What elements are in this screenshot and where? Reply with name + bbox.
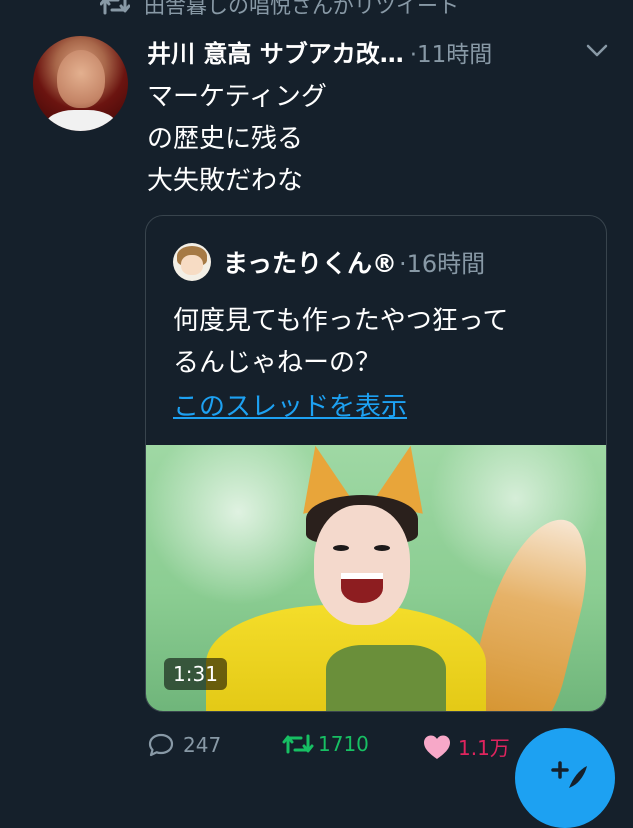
quote-text-line: 何度見ても作ったやつ狂って (173, 306, 509, 336)
tweet-text-line: 大失敗だわな (147, 166, 304, 196)
video-thumbnail[interactable]: 1:31 (146, 445, 606, 711)
retweet-count: 1710 (318, 732, 369, 756)
quoted-tweet[interactable]: まったりくん® ·16時間 何度見ても作ったやつ狂って るんじゃねーの？ このス… (145, 215, 607, 712)
reply-count: 247 (183, 733, 222, 757)
tweet-header: 井川 意高 サブアカ改… ·11時間 (147, 34, 492, 69)
retweet-icon (282, 734, 314, 754)
quote-author-avatar[interactable] (173, 243, 211, 281)
quote-text-line: るんじゃねーの？ (173, 348, 382, 378)
quote-header: まったりくん® ·16時間 (223, 244, 485, 280)
show-thread-link[interactable]: このスレッドを表示 (173, 386, 407, 423)
retweet-context-text: 田舎暮しの唱悦さんがリツイート (144, 0, 459, 18)
like-count: 1.1万 (458, 736, 510, 760)
compose-tweet-button[interactable] (515, 728, 615, 828)
tweet-text-line: の歴史に残る (147, 124, 304, 154)
performer-face (314, 505, 410, 625)
tweet-timestamp[interactable]: ·11時間 (410, 35, 493, 69)
like-button[interactable]: 1.1万 (422, 732, 510, 761)
author-name[interactable]: 井川 意高 サブアカ改… (147, 34, 404, 69)
reply-icon (148, 733, 174, 757)
chevron-down-icon[interactable] (585, 40, 609, 60)
retweet-icon (100, 0, 130, 15)
retweet-context[interactable]: 田舎暮しの唱悦さんがリツイート (100, 0, 459, 20)
quote-author-name[interactable]: まったりくん® (223, 244, 397, 280)
retweet-button[interactable]: 1710 (282, 732, 369, 756)
tweet-text: マーケティング の歴史に残る 大失敗だわな (147, 76, 327, 202)
video-duration-badge: 1:31 (164, 658, 227, 690)
quote-timestamp[interactable]: ·16時間 (399, 244, 485, 279)
heart-icon (424, 735, 450, 759)
tweet-text-line: マーケティング (147, 82, 327, 112)
reply-button[interactable]: 247 (147, 732, 221, 758)
compose-icon (551, 761, 587, 788)
quote-text: 何度見ても作ったやつ狂って るんじゃねーの？ (173, 300, 508, 384)
author-avatar[interactable] (33, 36, 128, 131)
